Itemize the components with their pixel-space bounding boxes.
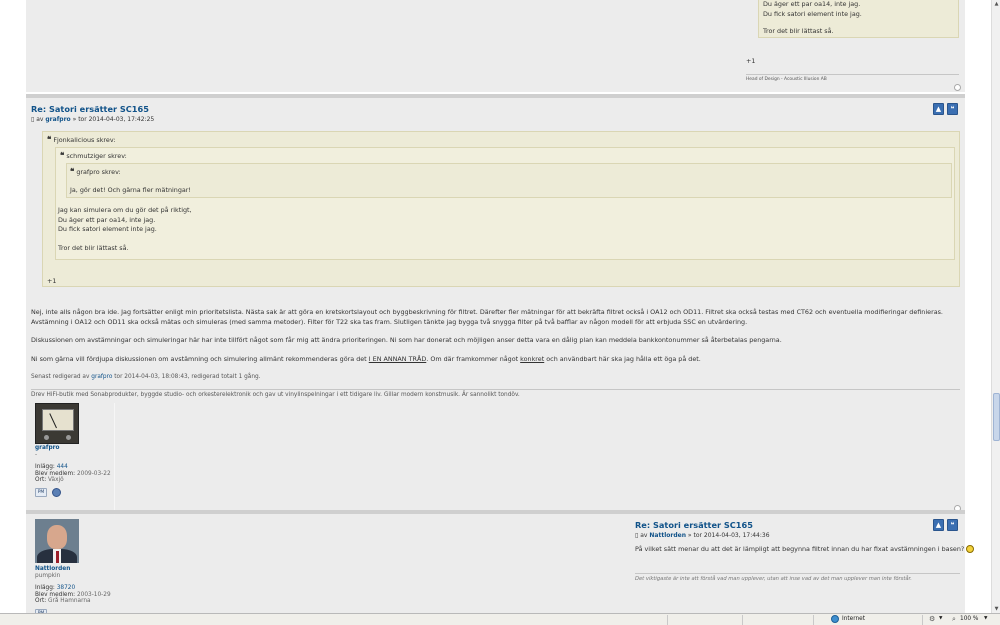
plus-one-text: +1 bbox=[746, 57, 756, 65]
signature-divider bbox=[31, 389, 960, 390]
scrollbar-thumb[interactable] bbox=[993, 393, 1000, 441]
warning-icon: ▲ bbox=[935, 105, 942, 113]
signature-text: Drev HiFi-butik med Sonabprodukter, bygg… bbox=[31, 392, 520, 398]
quote-button[interactable]: ❝ bbox=[947, 103, 958, 115]
avatar[interactable] bbox=[35, 403, 79, 444]
website-icon[interactable] bbox=[52, 488, 61, 497]
signature-text: Det viktigaste är inte att förstå vad ma… bbox=[635, 576, 912, 582]
post-grafpro: Re: Satori ersätter SC165 ▯ av grafpro »… bbox=[26, 94, 965, 512]
confused-smiley-icon bbox=[966, 545, 975, 553]
quote-author-grafpro: ❝ grafpro skrev: bbox=[70, 166, 121, 176]
quote-innermost-text: Ja, gör det! Och gärna fler mätningar! bbox=[70, 186, 191, 194]
quote-author-schmutziger: ❝ schmutziger skrev: bbox=[60, 150, 127, 160]
vertical-scrollbar[interactable]: ▲ ▼ bbox=[991, 0, 1000, 613]
quote-text: Du äger ett par oa14, inte jag. Du fick … bbox=[763, 0, 862, 36]
post-icon: ▯ bbox=[635, 532, 639, 539]
vu-meter-face bbox=[42, 409, 74, 431]
zoom-icon[interactable]: ⌕ bbox=[952, 615, 956, 624]
edit-user-link[interactable]: grafpro bbox=[91, 374, 112, 380]
zoom-dropdown-icon[interactable]: ▼ bbox=[984, 616, 987, 621]
signature-divider bbox=[746, 74, 959, 75]
post-paragraph: Ni som gärna vill fördjupa diskussionen … bbox=[31, 354, 701, 363]
profile-column-divider bbox=[114, 403, 115, 511]
quote-mark-icon: ❝ bbox=[60, 150, 65, 160]
status-divider bbox=[813, 615, 814, 625]
profile-location: Ort: Grå Hamnarna bbox=[35, 598, 91, 605]
security-zone-label: Internet bbox=[842, 616, 866, 622]
quote-mark-icon: ❝ bbox=[47, 134, 52, 144]
back-to-top-icon[interactable] bbox=[954, 84, 961, 91]
post-icon: ▯ bbox=[31, 116, 35, 123]
protected-mode-icon[interactable]: ⚙ bbox=[929, 615, 935, 623]
post-title[interactable]: Re: Satori ersätter SC165 bbox=[31, 104, 149, 114]
post-nattlorden: Nattlorden pumpkin Inlägg: 38720 Blev me… bbox=[26, 510, 975, 613]
report-button[interactable]: ▲ bbox=[933, 103, 944, 115]
quote-inner: ❝ schmutziger skrev: ❝ grafpro skrev: Ja, … bbox=[55, 147, 955, 260]
report-button[interactable]: ▲ bbox=[933, 519, 944, 531]
quote-author-fjonkalicious: ❝ Fjonkalicious skrev: bbox=[47, 134, 116, 144]
post-author-link[interactable]: grafpro bbox=[45, 116, 70, 123]
post-paragraph: Diskussionen om avstämningar och simuler… bbox=[31, 336, 782, 345]
status-divider bbox=[667, 615, 668, 625]
profile-posts: Inlägg: 38720 bbox=[35, 585, 76, 592]
post-previous: Du äger ett par oa14, inte jag. Du fick … bbox=[26, 0, 965, 92]
profile-rank: - bbox=[35, 451, 38, 458]
quote-button[interactable]: ❝ bbox=[947, 519, 958, 531]
avatar-tie bbox=[56, 551, 59, 563]
warning-icon: ▲ bbox=[935, 521, 942, 529]
avatar-head bbox=[47, 525, 67, 549]
status-divider bbox=[742, 615, 743, 625]
profile-location: Ort: Växjö bbox=[35, 477, 64, 484]
post-text: På vilket sätt menar du att det är lämpl… bbox=[635, 545, 975, 553]
signature-divider bbox=[635, 573, 960, 574]
quote-innermost: ❝ grafpro skrev: Ja, gör det! Och gärna f… bbox=[66, 163, 952, 198]
knob-icon bbox=[66, 435, 71, 440]
user-profile: Nattlorden pumpkin Inlägg: 38720 Blev me… bbox=[35, 566, 111, 605]
quote-block: Du äger ett par oa14, inte jag. Du fick … bbox=[758, 0, 959, 38]
profile-joined: Blev medlem: 2009-03-22 bbox=[35, 470, 111, 477]
status-divider bbox=[922, 615, 923, 625]
pm-button[interactable]: PM bbox=[35, 488, 47, 497]
signature-text: Head of Design - Acoustic Illusion AB bbox=[746, 77, 827, 82]
zoom-level[interactable]: 100 % bbox=[960, 616, 978, 622]
post-author-link[interactable]: Nattlorden bbox=[649, 532, 686, 539]
post-paragraph: Nej, inte alls någon bra ide. Jag fortsä… bbox=[31, 308, 943, 326]
protected-mode-dropdown-icon[interactable]: ▼ bbox=[939, 616, 942, 621]
profile-posts: Inlägg: 444 bbox=[35, 464, 68, 471]
profile-username[interactable]: Nattlorden bbox=[35, 566, 111, 573]
quote-mark-icon: ❝ bbox=[70, 166, 75, 176]
post-meta: ▯ av grafpro » tor 2014-04-03, 17:42:25 bbox=[31, 116, 155, 123]
post-meta: ▯ av Nattlorden » tor 2014-04-03, 17:44:… bbox=[635, 532, 770, 539]
knob-icon bbox=[44, 435, 49, 440]
quote-inner-text: Jag kan simulera om du gör det på riktig… bbox=[58, 206, 192, 252]
profile-username[interactable]: grafpro bbox=[35, 445, 111, 452]
link-konkret[interactable]: konkret bbox=[520, 355, 544, 363]
scroll-down-icon[interactable]: ▼ bbox=[993, 605, 1000, 613]
scroll-up-icon[interactable]: ▲ bbox=[993, 0, 1000, 8]
post-title[interactable]: Re: Satori ersätter SC165 bbox=[635, 520, 753, 530]
user-profile: grafpro - Inlägg: 444 Blev medlem: 2009-… bbox=[35, 445, 111, 484]
quote-icon: ❝ bbox=[950, 521, 955, 529]
plus-one-text: +1 bbox=[47, 277, 57, 285]
status-bar: Internet ⚙ ▼ ⌕ 100 % ▼ bbox=[0, 613, 1000, 625]
profile-rank: pumpkin bbox=[35, 572, 61, 579]
edit-notice: Senast redigerad av grafpro tor 2014-04-… bbox=[31, 374, 261, 380]
forum-page: Du äger ett par oa14, inte jag. Du fick … bbox=[0, 0, 991, 613]
internet-zone-icon bbox=[831, 615, 839, 623]
quote-icon: ❝ bbox=[950, 105, 955, 113]
link-annan-trad[interactable]: I EN ANNAN TRÅD bbox=[369, 355, 427, 363]
quote-outer: ❝ Fjonkalicious skrev: ❝ schmutziger skrev… bbox=[42, 131, 960, 287]
avatar[interactable] bbox=[35, 519, 79, 563]
post-body: Nej, inte alls någon bra ide. Jag fortsä… bbox=[31, 308, 961, 373]
